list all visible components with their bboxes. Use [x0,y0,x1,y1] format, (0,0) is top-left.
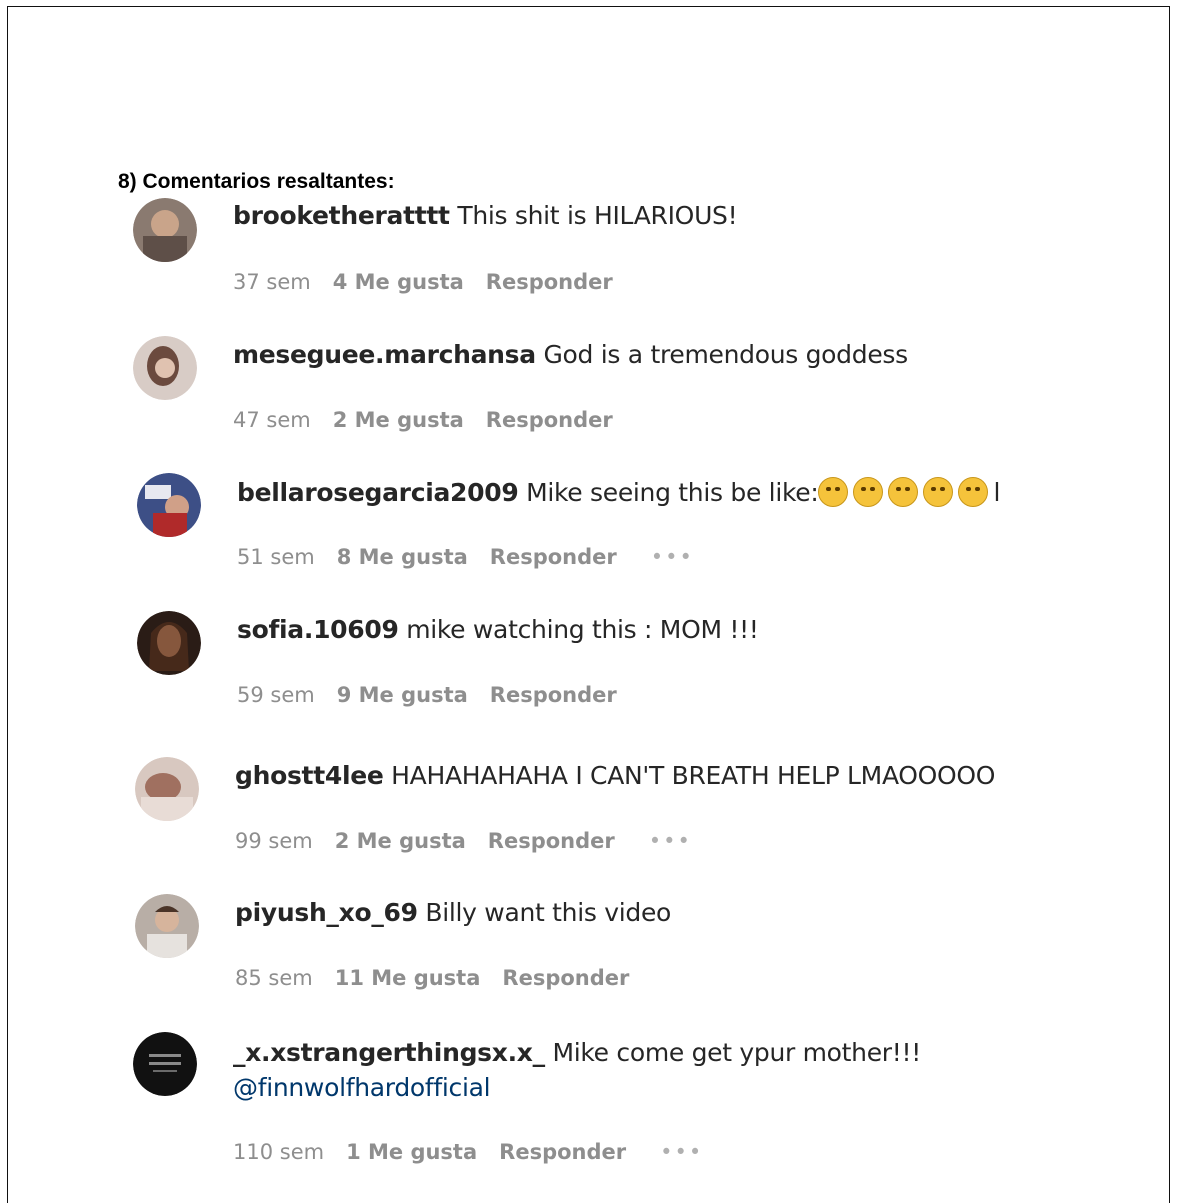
comment-time[interactable]: 59 sem [237,683,315,707]
emoji-icon [923,477,954,507]
comment-text: mike watching this : MOM !!! [398,615,759,644]
avatar[interactable] [133,198,197,262]
mention-link[interactable]: @finnwolfhardofficial [233,1073,491,1102]
more-options-icon[interactable]: ••• [660,1140,703,1164]
reply-button[interactable]: Responder [499,1140,626,1164]
comment-time[interactable]: 47 sem [233,408,311,432]
comment-text-after: l [993,478,1001,507]
reply-button[interactable]: Responder [490,545,617,569]
section-heading: 8) Comentarios resaltantes: [118,170,395,193]
avatar[interactable] [133,1032,197,1096]
comment-likes[interactable]: 4 Me gusta [333,270,464,294]
comment-username[interactable]: _x.xstrangerthingsx.x_ [233,1038,545,1067]
more-options-icon[interactable]: ••• [651,545,694,569]
comment-likes[interactable]: 9 Me gusta [337,683,468,707]
comment-time[interactable]: 51 sem [237,545,315,569]
avatar[interactable] [135,894,199,958]
comment-text: Mike come get ypur mother!!! [544,1038,921,1067]
comment-likes[interactable]: 1 Me gusta [346,1140,477,1164]
reply-button[interactable]: Responder [502,966,629,990]
comment-username[interactable]: bellarosegarcia2009 [237,478,519,507]
comment-username[interactable]: brooketheratttt [233,201,450,230]
emoji-icon [888,477,919,507]
reply-button[interactable]: Responder [490,683,617,707]
reply-button[interactable]: Responder [486,270,613,294]
emoji-icon [853,477,884,507]
avatar[interactable] [133,336,197,400]
comment-text: God is a tremendous goddess [535,340,908,369]
comment-time[interactable]: 85 sem [235,966,313,990]
comment-username[interactable]: ghostt4lee [235,761,384,790]
comment-text: Mike seeing this be like: [518,478,819,507]
comment-time[interactable]: 110 sem [233,1140,324,1164]
comment-time[interactable]: 37 sem [233,270,311,294]
comment-username[interactable]: piyush_xo_69 [235,898,418,927]
comment-text: Billy want this video [417,898,672,927]
reply-button[interactable]: Responder [488,829,615,853]
emoji-icon [958,477,989,507]
comment-time[interactable]: 99 sem [235,829,313,853]
more-options-icon[interactable]: ••• [649,829,692,853]
comment-username[interactable]: meseguee.marchansa [233,340,536,369]
comment-text: HAHAHAHAHA I CAN'T BREATH HELP LMAOOOOO [383,761,996,790]
comment-username[interactable]: sofia.10609 [237,615,399,644]
reply-button[interactable]: Responder [486,408,613,432]
comment-likes[interactable]: 11 Me gusta [335,966,481,990]
comment-likes[interactable]: 8 Me gusta [337,545,468,569]
comment-likes[interactable]: 2 Me gusta [333,408,464,432]
avatar[interactable] [137,611,201,675]
avatar[interactable] [135,757,199,821]
avatar[interactable] [137,473,201,537]
comment-likes[interactable]: 2 Me gusta [335,829,466,853]
emoji-icon [818,477,849,507]
comment-text: This shit is HILARIOUS! [449,201,738,230]
